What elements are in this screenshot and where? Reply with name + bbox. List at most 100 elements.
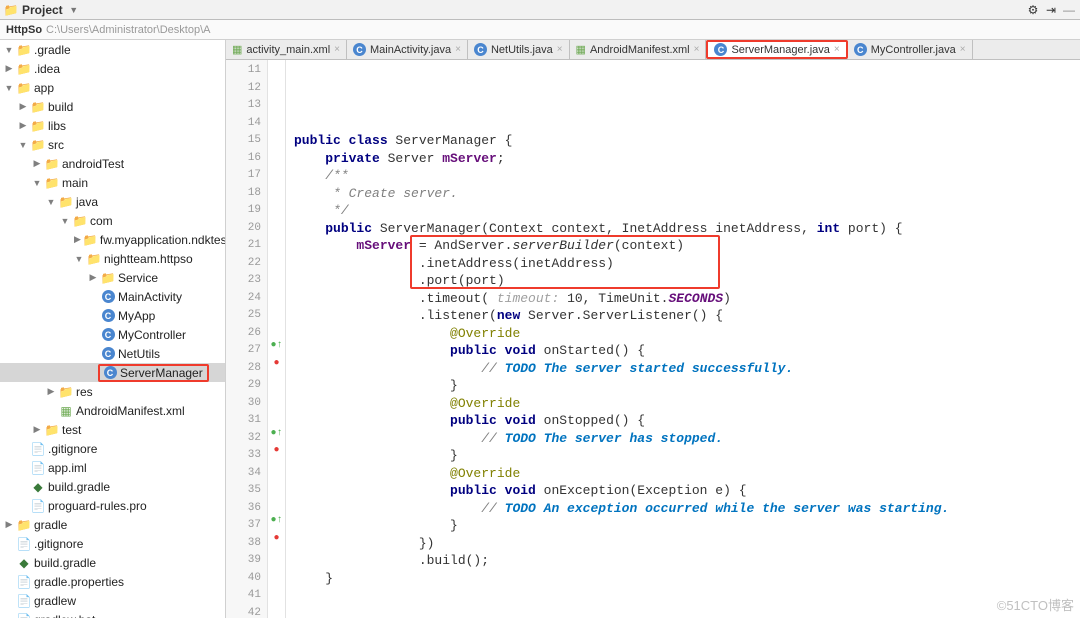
tab-label: ServerManager.java <box>731 44 829 56</box>
close-icon[interactable]: × <box>694 44 700 55</box>
tree-item[interactable]: 📄gradle.properties <box>0 572 225 591</box>
code-line[interactable]: } <box>294 447 1080 465</box>
code-line[interactable]: // TODO The server started successfully. <box>294 360 1080 378</box>
tree-item[interactable]: ◆build.gradle <box>0 553 225 572</box>
code-line[interactable]: .port(port) <box>294 272 1080 290</box>
code-line[interactable]: .timeout( timeout: 10, TimeUnit.SECONDS) <box>294 290 1080 308</box>
code-editor[interactable]: public class ServerManager { private Ser… <box>286 60 1080 618</box>
expand-arrow[interactable]: ▼ <box>18 140 28 150</box>
code-line[interactable]: .build(); <box>294 552 1080 570</box>
tree-item[interactable]: CServerManager <box>0 363 225 382</box>
tree-item[interactable]: ▦AndroidManifest.xml <box>0 401 225 420</box>
expand-arrow[interactable]: ▼ <box>32 178 42 188</box>
dropdown-icon[interactable]: ▼ <box>67 5 81 15</box>
tree-item[interactable]: ▼📁.gradle <box>0 40 225 59</box>
code-line[interactable]: private Server mServer; <box>294 150 1080 168</box>
close-icon[interactable]: × <box>334 44 340 55</box>
project-tree[interactable]: ▼📁.gradle▶📁.idea▼📁app▶📁build▶📁libs▼📁src▶… <box>0 40 226 618</box>
tree-item[interactable]: ▶📁res <box>0 382 225 401</box>
gear-icon[interactable]: ⚙ <box>1026 3 1040 17</box>
code-line[interactable]: */ <box>294 202 1080 220</box>
tree-item[interactable]: ▼📁src <box>0 135 225 154</box>
tree-item[interactable]: ▶📁test <box>0 420 225 439</box>
tree-item[interactable]: 📄.gitignore <box>0 439 225 458</box>
expand-arrow[interactable]: ▶ <box>18 101 28 112</box>
expand-arrow[interactable]: ▶ <box>46 386 56 397</box>
tree-item[interactable]: CMyApp <box>0 306 225 325</box>
collapse-icon[interactable]: ⇥ <box>1044 3 1058 17</box>
code-line[interactable]: /** <box>294 167 1080 185</box>
expand-arrow[interactable]: ▼ <box>46 197 56 207</box>
code-line[interactable]: }) <box>294 535 1080 553</box>
tree-item[interactable]: ▼📁nightteam.httpso <box>0 249 225 268</box>
editor-tab[interactable]: C MainActivity.java × <box>347 40 468 59</box>
expand-arrow[interactable]: ▶ <box>74 234 81 245</box>
tree-item[interactable]: CNetUtils <box>0 344 225 363</box>
code-line[interactable]: // TODO The server has stopped. <box>294 430 1080 448</box>
code-line[interactable]: mServer = AndServer.serverBuilder(contex… <box>294 237 1080 255</box>
tree-item[interactable]: ◆build.gradle <box>0 477 225 496</box>
tree-item[interactable]: CMainActivity <box>0 287 225 306</box>
tree-item[interactable]: ▶📁fw.myapplication.ndktes <box>0 230 225 249</box>
tree-item[interactable]: ▶📁libs <box>0 116 225 135</box>
tree-item[interactable]: ▼📁app <box>0 78 225 97</box>
tree-item[interactable]: ▼📁java <box>0 192 225 211</box>
expand-arrow[interactable]: ▼ <box>4 45 14 55</box>
expand-arrow[interactable]: ▶ <box>32 424 42 435</box>
code-line[interactable]: } <box>294 377 1080 395</box>
code-line[interactable]: } <box>294 570 1080 588</box>
code-line[interactable]: .listener(new Server.ServerListener() { <box>294 307 1080 325</box>
tree-item[interactable]: ▶📁Service <box>0 268 225 287</box>
expand-arrow[interactable]: ▶ <box>4 63 14 74</box>
line-number: 17 <box>228 167 261 185</box>
code-line[interactable]: // TODO An exception occurred while the … <box>294 500 1080 518</box>
close-icon[interactable]: × <box>960 44 966 55</box>
tree-item[interactable]: CMyController <box>0 325 225 344</box>
code-line[interactable]: public class ServerManager { <box>294 132 1080 150</box>
close-icon[interactable]: × <box>455 44 461 55</box>
expand-arrow[interactable]: ▼ <box>60 216 70 226</box>
code-line[interactable]: } <box>294 517 1080 535</box>
expand-arrow[interactable]: ▼ <box>4 83 14 93</box>
tree-item[interactable]: 📄.gitignore <box>0 534 225 553</box>
expand-arrow[interactable]: ▶ <box>32 158 42 169</box>
tree-item[interactable]: ▼📁com <box>0 211 225 230</box>
close-icon[interactable]: × <box>557 44 563 55</box>
tree-item[interactable]: 📄gradlew <box>0 591 225 610</box>
tree-item[interactable]: ▶📁androidTest <box>0 154 225 173</box>
code-line[interactable]: public void onStopped() { <box>294 412 1080 430</box>
code-line[interactable]: * Create server. <box>294 185 1080 203</box>
code-line[interactable]: .inetAddress(inetAddress) <box>294 255 1080 273</box>
tree-item[interactable]: ▶📁.idea <box>0 59 225 78</box>
tree-item[interactable]: 📄proguard-rules.pro <box>0 496 225 515</box>
code-line[interactable]: public ServerManager(Context context, In… <box>294 220 1080 238</box>
code-line[interactable]: public void onException(Exception e) { <box>294 482 1080 500</box>
tree-item[interactable]: 📄app.iml <box>0 458 225 477</box>
code-line[interactable]: @Override <box>294 325 1080 343</box>
tree-item[interactable]: 📄gradlew.bat <box>0 610 225 618</box>
code-line[interactable]: public void onStarted() { <box>294 342 1080 360</box>
tree-item[interactable]: ▶📁build <box>0 97 225 116</box>
expand-arrow[interactable]: ▶ <box>4 519 14 530</box>
editor-tab[interactable]: CMyController.java× <box>848 40 973 59</box>
tree-item[interactable]: ▼📁main <box>0 173 225 192</box>
editor-tab[interactable]: ▦activity_main.xml× <box>226 40 347 59</box>
expand-arrow[interactable]: ▶ <box>88 272 98 283</box>
editor-tab[interactable]: CServerManager.java× <box>706 40 847 59</box>
code-line[interactable]: @Override <box>294 395 1080 413</box>
editor-tab[interactable]: ▦AndroidManifest.xml× <box>570 40 707 59</box>
line-number: 32 <box>228 430 261 448</box>
code-line[interactable]: @Override <box>294 465 1080 483</box>
breadcrumb-app[interactable]: HttpSo <box>6 24 42 36</box>
editor-tab[interactable]: CNetUtils.java× <box>468 40 570 59</box>
close-icon[interactable]: × <box>834 44 840 55</box>
tab-label: MainActivity.java <box>370 44 451 56</box>
pin-icon[interactable]: — <box>1062 3 1076 17</box>
line-number: 31 <box>228 412 261 430</box>
line-number: 39 <box>228 552 261 570</box>
expand-arrow[interactable]: ▶ <box>18 120 28 131</box>
tree-item[interactable]: ▶📁gradle <box>0 515 225 534</box>
tree-label: nightteam.httpso <box>104 252 193 266</box>
expand-arrow[interactable]: ▼ <box>74 254 84 264</box>
tab-icon: C <box>353 43 366 56</box>
